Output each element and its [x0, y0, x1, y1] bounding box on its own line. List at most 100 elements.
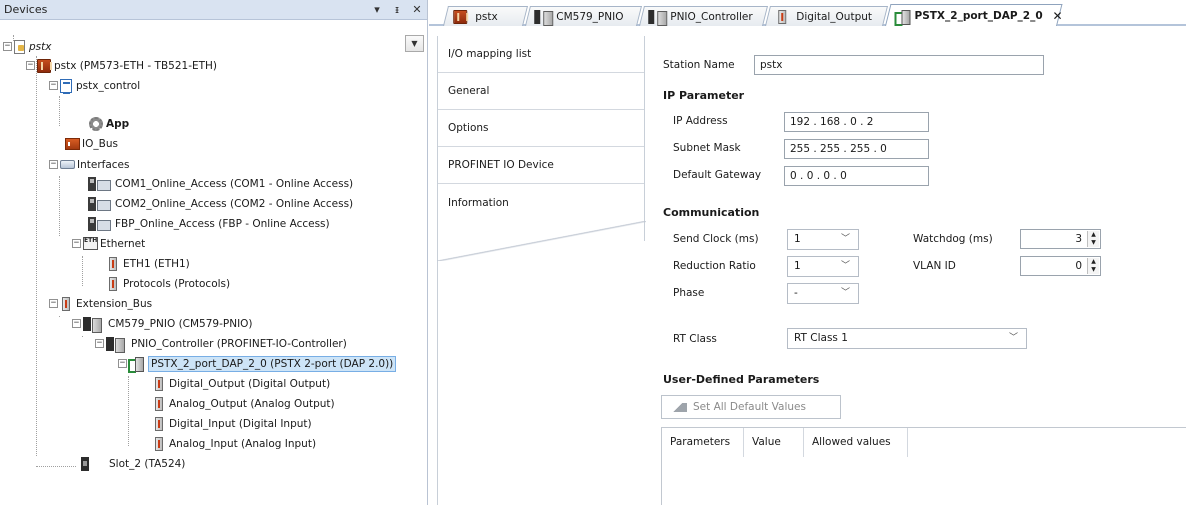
module-icon	[155, 376, 163, 391]
rt-class-select[interactable]: RT Class 1 ﹀	[787, 328, 1027, 349]
plc-icon	[37, 58, 52, 73]
tree-node-project[interactable]: − pstx	[3, 37, 53, 56]
user-parameters-table[interactable]: Parameters Value Allowed values	[661, 427, 1186, 505]
tree-node-app[interactable]: App	[88, 114, 131, 133]
chevron-down-icon: ﹀	[840, 234, 850, 244]
side-tab-information[interactable]: Information	[438, 184, 645, 221]
project-icon	[14, 39, 25, 54]
tree-node-pstx-dap[interactable]: − PSTX_2_port_DAP_2_0 (PSTX 2-port (DAP …	[118, 354, 397, 373]
column-header-parameters[interactable]: Parameters	[662, 428, 744, 457]
vlan-id-label: VLAN ID	[913, 260, 956, 272]
watchdog-stepper[interactable]: 3 ▲ ▼	[1020, 229, 1101, 249]
tree-node-analog-input[interactable]: Analog_Input (Analog Input)	[151, 434, 318, 453]
tab-pstx-dap[interactable]: PSTX_2_port_DAP_2_0 ✕	[885, 4, 1063, 26]
phase-label: Phase	[673, 287, 705, 299]
send-clock-label: Send Clock (ms)	[673, 233, 759, 245]
tree-dropdown-button[interactable]: ▼	[405, 35, 424, 52]
tab-cm579-pnio[interactable]: CM579_PNIO	[525, 6, 642, 26]
ip-address-input[interactable]: 192 . 168 . 0 . 2	[784, 112, 929, 132]
editor-area: pstx CM579_PNIO PNIO_Controller Digital_…	[429, 0, 1186, 505]
module-icon	[109, 256, 117, 271]
set-all-default-values-button[interactable]: Set All Default Values	[661, 395, 841, 419]
default-gateway-input[interactable]: 0 . 0 . 0 . 0	[784, 166, 929, 186]
tree-node-digital-output[interactable]: Digital_Output (Digital Output)	[151, 374, 332, 393]
side-tab-io-mapping-list[interactable]: I/O mapping list	[438, 36, 645, 73]
reduction-ratio-label: Reduction Ratio	[673, 260, 756, 272]
module-icon	[62, 296, 70, 311]
chevron-down-icon: ﹀	[840, 288, 850, 298]
tree-node-com1[interactable]: COM1_Online_Access (COM1 - Online Access…	[88, 174, 355, 193]
phase-select[interactable]: - ﹀	[787, 283, 859, 304]
serial-port-icon	[88, 216, 111, 231]
vlan-id-stepper[interactable]: 0 ▲ ▼	[1020, 256, 1101, 276]
module-icon	[155, 416, 163, 431]
communication-module-icon	[534, 9, 541, 24]
tree-connector	[59, 96, 60, 126]
tree-node-digital-input[interactable]: Digital_Input (Digital Input)	[151, 414, 314, 433]
rt-class-label: RT Class	[673, 333, 717, 345]
general-settings-panel: Station Name pstx IP Parameter IP Addres…	[647, 36, 1186, 505]
application-icon	[60, 78, 72, 94]
tab-close-icon[interactable]: ✕	[1053, 9, 1063, 23]
default-gateway-label: Default Gateway	[673, 169, 762, 181]
watchdog-label: Watchdog (ms)	[913, 233, 993, 245]
user-defined-parameters-heading: User-Defined Parameters	[663, 373, 820, 386]
tree-node-plc[interactable]: − pstx (PM573-ETH - TB521-ETH)	[26, 56, 219, 75]
subnet-mask-input[interactable]: 255 . 255 . 255 . 0	[784, 139, 929, 159]
profinet-device-icon	[895, 9, 909, 23]
tab-pstx[interactable]: pstx	[443, 6, 528, 26]
pin-icon[interactable]: ᵻ	[387, 3, 407, 16]
tree-node-pnio-controller[interactable]: − PNIO_Controller (PROFINET-IO-Controlle…	[95, 334, 349, 353]
device-tree[interactable]: ▼ − pstx − pstx (PM573-ETH - TB521-ETH) …	[0, 21, 428, 505]
pane-dropdown-icon[interactable]: ▾	[367, 3, 387, 16]
spin-arrows-icon[interactable]: ▲ ▼	[1087, 231, 1099, 247]
tree-node-pstx-control[interactable]: − pstx_control	[49, 76, 142, 95]
module-icon	[155, 396, 163, 411]
tree-node-extension-bus[interactable]: − Extension_Bus	[49, 294, 154, 313]
tree-node-interfaces[interactable]: − Interfaces	[49, 155, 131, 174]
tree-connector	[59, 176, 60, 236]
side-tab-profinet-io-device[interactable]: PROFINET IO Device	[438, 147, 645, 184]
devices-pane-header: Devices ▾ ᵻ ✕	[0, 0, 427, 20]
profinet-device-icon	[128, 356, 144, 373]
tree-node-slot2[interactable]: Slot_2 (TA524)	[78, 454, 187, 473]
side-tab-list: I/O mapping list General Options PROFINE…	[437, 36, 646, 505]
communication-heading: Communication	[663, 206, 760, 219]
module-icon	[109, 276, 117, 291]
tree-node-io-bus[interactable]: IO_Bus	[65, 134, 120, 153]
side-tab-general[interactable]: General	[438, 73, 645, 110]
module-icon	[155, 436, 163, 451]
tree-connector	[82, 336, 83, 337]
serial-port-icon	[88, 176, 111, 191]
tab-pnio-controller[interactable]: PNIO_Controller	[639, 6, 768, 26]
side-tab-options[interactable]: Options	[438, 110, 645, 147]
station-name-label: Station Name	[663, 59, 735, 71]
tree-node-cm579[interactable]: − CM579_PNIO (CM579-PNIO)	[72, 314, 255, 333]
reduction-ratio-select[interactable]: 1 ﹀	[787, 256, 859, 277]
spin-arrows-icon[interactable]: ▲ ▼	[1087, 258, 1099, 274]
ip-parameter-heading: IP Parameter	[663, 89, 745, 102]
tab-digital-output[interactable]: Digital_Output	[765, 6, 888, 26]
devices-pane-title: Devices	[4, 3, 48, 16]
table-header: Parameters Value Allowed values	[662, 428, 1186, 457]
tree-node-fbp[interactable]: FBP_Online_Access (FBP - Online Access)	[88, 214, 332, 233]
station-name-input[interactable]: pstx	[754, 55, 1044, 75]
send-clock-select[interactable]: 1 ﹀	[787, 229, 859, 250]
tree-node-eth1[interactable]: ETH1 (ETH1)	[105, 254, 192, 273]
editor-tab-bar: pstx CM579_PNIO PNIO_Controller Digital_…	[429, 0, 1186, 26]
slot-icon	[81, 456, 89, 471]
subnet-mask-label: Subnet Mask	[673, 142, 741, 154]
communication-module-icon	[83, 316, 102, 333]
column-header-allowed-values[interactable]: Allowed values	[804, 428, 908, 457]
tree-node-ethernet[interactable]: − ETH Ethernet	[72, 234, 147, 253]
column-header-value[interactable]: Value	[744, 428, 804, 457]
tree-node-com2[interactable]: COM2_Online_Access (COM2 - Online Access…	[88, 194, 355, 213]
serial-port-icon	[88, 196, 111, 211]
reset-icon	[673, 402, 687, 412]
tree-node-analog-output[interactable]: Analog_Output (Analog Output)	[151, 394, 337, 413]
close-icon[interactable]: ✕	[407, 3, 427, 16]
chevron-down-icon: ﹀	[1008, 333, 1018, 343]
tree-node-protocols[interactable]: Protocols (Protocols)	[105, 274, 232, 293]
devices-pane: Devices ▾ ᵻ ✕ ▼ − pstx − pstx (PM573-ETH…	[0, 0, 428, 505]
module-icon	[778, 9, 787, 24]
